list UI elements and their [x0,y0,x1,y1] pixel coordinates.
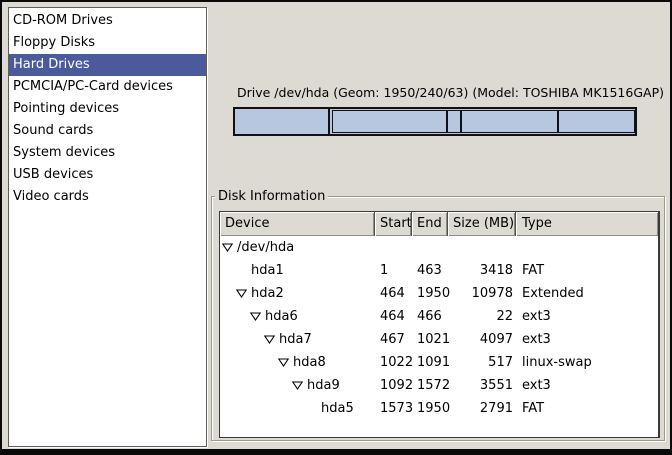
start-cell: 1022 [375,351,412,374]
device-cell: hda7 [220,328,375,351]
column-header-end[interactable]: End [412,212,448,236]
start-cell: 1092 [375,374,412,397]
end-cell: 463 [412,259,448,282]
end-cell: 1950 [412,397,448,420]
device-cell: hda5 [220,397,375,420]
start-cell: 464 [375,305,412,328]
end-cell: 1091 [412,351,448,374]
partition-segment-primary [235,109,330,134]
sidebar-item-system-devices[interactable]: System devices [9,142,206,164]
table-row[interactable]: hda2 464 1950 10978 Extended [220,282,658,305]
sidebar-item-pointing-devices[interactable]: Pointing devices [9,98,206,120]
device-category-list[interactable]: CD-ROM DrivesFloppy DisksHard DrivesPCMC… [8,7,207,447]
type-cell: ext3 [516,374,658,397]
frame-title: Disk Information [215,189,328,204]
table-row[interactable]: hda8 1022 1091 517 linux-swap [220,351,658,374]
table-row[interactable]: hda5 1573 1950 2791 FAT [220,397,658,420]
table-row[interactable]: hda9 1092 1572 3551 ext3 [220,374,658,397]
size-cell [448,236,516,259]
size-cell: 2791 [448,397,516,420]
type-cell: Extended [516,282,658,305]
device-name: hda7 [279,328,312,351]
end-cell: 1021 [412,328,448,351]
expander-triangle-icon[interactable] [222,243,233,252]
table-row[interactable]: hda1 1 463 3418 FAT [220,259,658,282]
size-cell: 22 [448,305,516,328]
expander-triangle-icon[interactable] [278,358,289,367]
end-cell: 1572 [412,374,448,397]
column-header-device[interactable]: Device [220,212,375,236]
type-cell: ext3 [516,328,658,351]
size-cell: 4097 [448,328,516,351]
device-cell: hda8 [220,351,375,374]
end-cell [412,236,448,259]
device-cell: hda2 [220,282,375,305]
expander-triangle-icon[interactable] [236,289,247,298]
start-cell: 1573 [375,397,412,420]
column-header-start[interactable]: Start [375,212,412,236]
start-cell [375,236,412,259]
sidebar-item-sound-cards[interactable]: Sound cards [9,120,206,142]
table-row[interactable]: /dev/hda [220,236,658,259]
partition-divider [460,111,462,132]
type-cell [516,236,658,259]
start-cell: 464 [375,282,412,305]
expander-triangle-icon[interactable] [250,312,261,321]
partition-bar [233,107,637,136]
table-row[interactable]: hda6 464 466 22 ext3 [220,305,658,328]
device-name: hda8 [293,351,326,374]
size-cell: 10978 [448,282,516,305]
hardware-browser-window: CD-ROM DrivesFloppy DisksHard DrivesPCMC… [0,0,672,455]
expander-triangle-icon[interactable] [264,335,275,344]
device-cell: /dev/hda [220,236,375,259]
partition-divider [446,111,448,132]
column-header-type[interactable]: Type [516,212,658,236]
disk-table-body: /dev/hda hda1 1 463 3418 FAT hda2 464 19… [220,236,658,420]
size-cell: 3551 [448,374,516,397]
start-cell: 467 [375,328,412,351]
sidebar-item-usb-devices[interactable]: USB devices [9,164,206,186]
partition-extended-box [332,110,635,133]
type-cell: FAT [516,397,658,420]
device-name: hda6 [265,305,298,328]
partition-divider [557,111,559,132]
disk-information-frame: Disk Information DeviceStartEndSize (MB)… [211,196,665,441]
column-header-size-mb-[interactable]: Size (MB) [448,212,516,236]
size-cell: 3418 [448,259,516,282]
size-cell: 517 [448,351,516,374]
device-cell: hda6 [220,305,375,328]
disk-table-header: DeviceStartEndSize (MB)Type [220,212,658,236]
sidebar-item-pcmcia-pc-card-devices[interactable]: PCMCIA/PC-Card devices [9,76,206,98]
sidebar-item-video-cards[interactable]: Video cards [9,186,206,208]
device-cell: hda1 [220,259,375,282]
expander-triangle-icon[interactable] [292,381,303,390]
sidebar-item-floppy-disks[interactable]: Floppy Disks [9,32,206,54]
start-cell: 1 [375,259,412,282]
device-name: hda2 [251,282,284,305]
table-row[interactable]: hda7 467 1021 4097 ext3 [220,328,658,351]
drive-geometry-label: Drive /dev/hda (Geom: 1950/240/63) (Mode… [237,85,664,100]
end-cell: 1950 [412,282,448,305]
end-cell: 466 [412,305,448,328]
sidebar-item-cd-rom-drives[interactable]: CD-ROM Drives [9,10,206,32]
device-name: hda1 [251,259,284,282]
device-name: /dev/hda [237,236,294,259]
disk-table: DeviceStartEndSize (MB)Type /dev/hda hda… [219,211,660,438]
type-cell: FAT [516,259,658,282]
type-cell: ext3 [516,305,658,328]
sidebar-item-hard-drives[interactable]: Hard Drives [9,54,206,76]
device-cell: hda9 [220,374,375,397]
type-cell: linux-swap [516,351,658,374]
device-name: hda5 [321,397,354,420]
device-name: hda9 [307,374,340,397]
